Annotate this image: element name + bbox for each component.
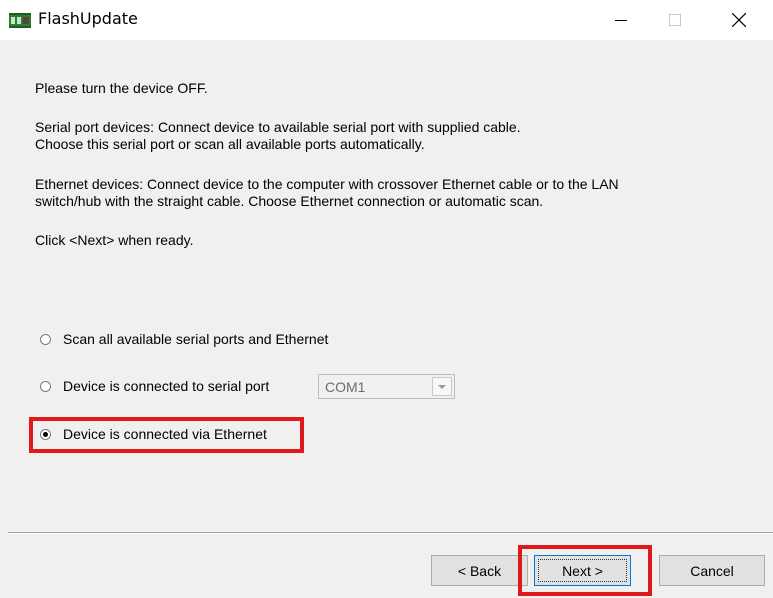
focus-rectangle [538, 559, 627, 582]
option-scan-all[interactable]: Scan all available serial ports and Ethe… [40, 330, 328, 348]
instruction-ethernet-line1: Ethernet devices: Connect device to the … [35, 176, 619, 192]
maximize-button [652, 0, 698, 40]
option-label: Scan all available serial ports and Ethe… [63, 331, 329, 347]
option-label: Device is connected to serial port [63, 378, 270, 394]
back-button-label: < Back [457, 562, 502, 579]
instruction-serial-line1: Serial port devices: Connect device to a… [35, 119, 521, 135]
instruction-serial-line2: Choose this serial port or scan all avai… [35, 136, 425, 152]
divider [8, 532, 773, 534]
instruction-ready: Click <Next> when ready. [35, 232, 194, 248]
serial-port-radio[interactable] [40, 380, 51, 392]
scan-all-radio[interactable] [40, 333, 51, 345]
serial-port-value: COM1 [325, 379, 366, 395]
back-button[interactable]: < Back [431, 555, 528, 586]
title-bar: FlashUpdate [0, 0, 773, 40]
next-button[interactable]: Next > [534, 555, 631, 586]
serial-port-select[interactable]: COM1 [318, 374, 455, 399]
window-title: FlashUpdate [38, 9, 138, 28]
option-ethernet[interactable]: Device is connected via Ethernet [40, 425, 267, 443]
instruction-ethernet-line2: switch/hub with the straight cable. Choo… [35, 193, 544, 209]
cancel-button[interactable]: Cancel [659, 555, 765, 586]
chevron-down-icon[interactable] [432, 377, 452, 396]
instruction-turn-off: Please turn the device OFF. [35, 80, 208, 96]
ethernet-radio[interactable] [40, 428, 51, 440]
option-label: Device is connected via Ethernet [63, 426, 267, 442]
close-button[interactable] [716, 0, 762, 40]
cancel-button-label: Cancel [690, 562, 734, 579]
option-serial-port[interactable]: Device is connected to serial port [40, 377, 269, 395]
close-icon [732, 13, 746, 27]
minimize-button[interactable] [598, 0, 644, 40]
flash-chip-icon [9, 13, 31, 28]
maximize-icon [669, 14, 681, 26]
minimize-icon [615, 20, 627, 21]
